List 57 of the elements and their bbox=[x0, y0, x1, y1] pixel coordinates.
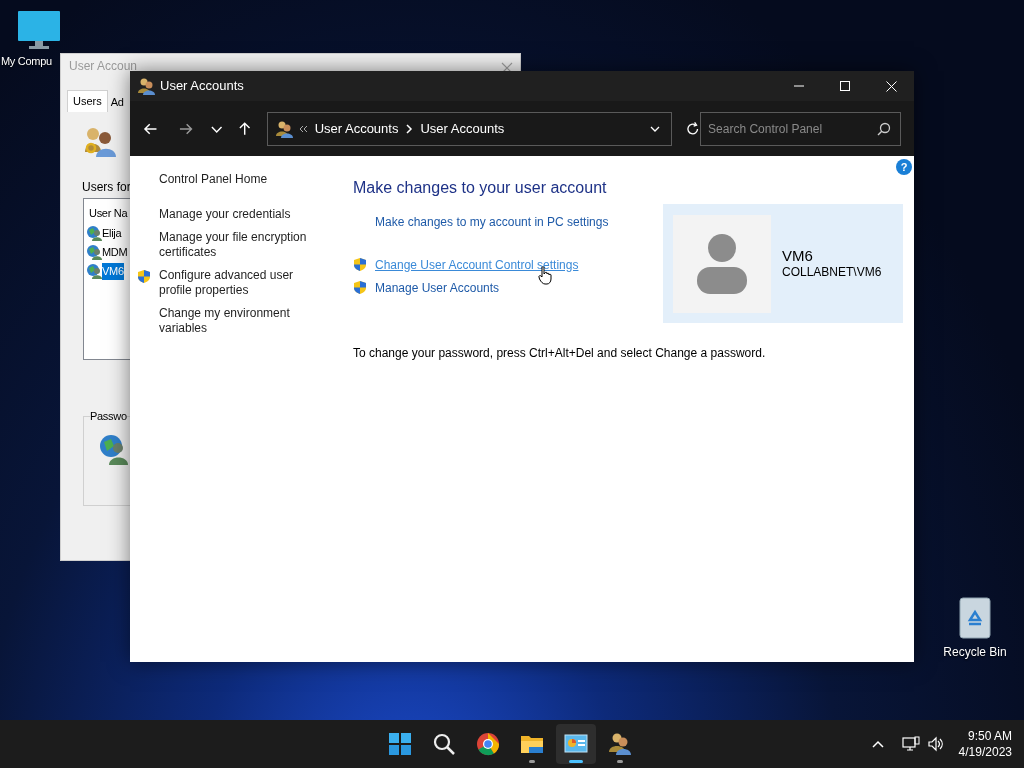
account-name: VM6 bbox=[782, 247, 814, 265]
running-indicator bbox=[569, 760, 583, 763]
running-indicator bbox=[529, 760, 535, 763]
up-arrow-icon[interactable] bbox=[237, 120, 253, 137]
account-domain: COLLABNET\VM6 bbox=[782, 265, 882, 280]
globe-user-icon bbox=[86, 244, 102, 261]
globe-user-icon bbox=[86, 225, 102, 242]
taskbar-button[interactable] bbox=[556, 724, 596, 764]
label: Users for bbox=[82, 179, 131, 196]
chevron-up-icon[interactable] bbox=[870, 739, 885, 749]
info-text: To change your password, press Ctrl+Alt+Del and select Change a password. bbox=[353, 345, 767, 362]
refresh-icon[interactable] bbox=[684, 120, 701, 137]
users-icon bbox=[274, 119, 293, 138]
globe-user-icon bbox=[86, 263, 102, 280]
page-heading: Make changes to your user account bbox=[353, 178, 608, 198]
window-title: User Accoun bbox=[69, 60, 138, 72]
help-button[interactable]: ? bbox=[896, 159, 912, 175]
window-title: User Accounts bbox=[160, 77, 244, 96]
search-field[interactable]: Search Control Panel bbox=[700, 111, 902, 146]
clock-date: 4/19/2023 bbox=[958, 744, 1012, 760]
breadcrumb-item[interactable]: User Accounts bbox=[420, 118, 505, 139]
running-indicator bbox=[617, 760, 623, 763]
clock-time: 9:50 AM bbox=[967, 728, 1012, 744]
sidebar-link[interactable]: Control Panel Home bbox=[159, 172, 319, 187]
maximize-icon[interactable] bbox=[840, 81, 850, 91]
address-bar[interactable]: User Accounts User Accounts bbox=[266, 111, 672, 146]
list-item[interactable]: VM6 bbox=[102, 263, 124, 280]
user-silhouette-icon bbox=[696, 233, 748, 294]
tab[interactable]: Users bbox=[67, 90, 108, 112]
link[interactable]: Make changes to my account in PC settings bbox=[375, 212, 609, 231]
network-icon[interactable] bbox=[901, 736, 920, 752]
desktop-icon-label[interactable]: Recycle Bin bbox=[943, 643, 1007, 661]
link[interactable]: Manage User Accounts bbox=[375, 278, 500, 297]
recycle-bin-icon bbox=[957, 596, 993, 640]
sidebar-link[interactable]: Configure advanced user profile properties bbox=[159, 268, 319, 298]
search-icon bbox=[432, 732, 456, 756]
chevron-right-icon bbox=[404, 123, 415, 134]
control-panel-icon bbox=[564, 732, 588, 756]
desktop-icon-label[interactable]: My Compu bbox=[1, 53, 52, 70]
clock[interactable]: 9:50 AM 4/19/2023 bbox=[958, 728, 1012, 760]
users-icon bbox=[608, 732, 632, 756]
column-header: User Na bbox=[89, 206, 128, 221]
list-item[interactable]: MDM bbox=[102, 244, 128, 261]
browser-icon bbox=[476, 732, 500, 756]
start-icon bbox=[388, 732, 412, 756]
list-item[interactable]: Elija bbox=[102, 225, 122, 242]
users-icon bbox=[137, 77, 155, 95]
globe-user-icon bbox=[99, 434, 129, 466]
sidebar-link[interactable]: Manage your file encryption certificates bbox=[159, 230, 319, 260]
link[interactable]: Change User Account Control settings bbox=[375, 255, 579, 274]
sidebar-link[interactable]: Change my environment variables bbox=[159, 306, 319, 336]
search-icon bbox=[877, 121, 892, 136]
volume-icon[interactable] bbox=[926, 736, 945, 752]
sidebar-link[interactable]: Manage your credentials bbox=[159, 207, 319, 222]
breadcrumb-item[interactable]: User Accounts bbox=[314, 118, 399, 139]
users-key-icon bbox=[83, 126, 117, 158]
monitor-icon bbox=[17, 10, 61, 50]
